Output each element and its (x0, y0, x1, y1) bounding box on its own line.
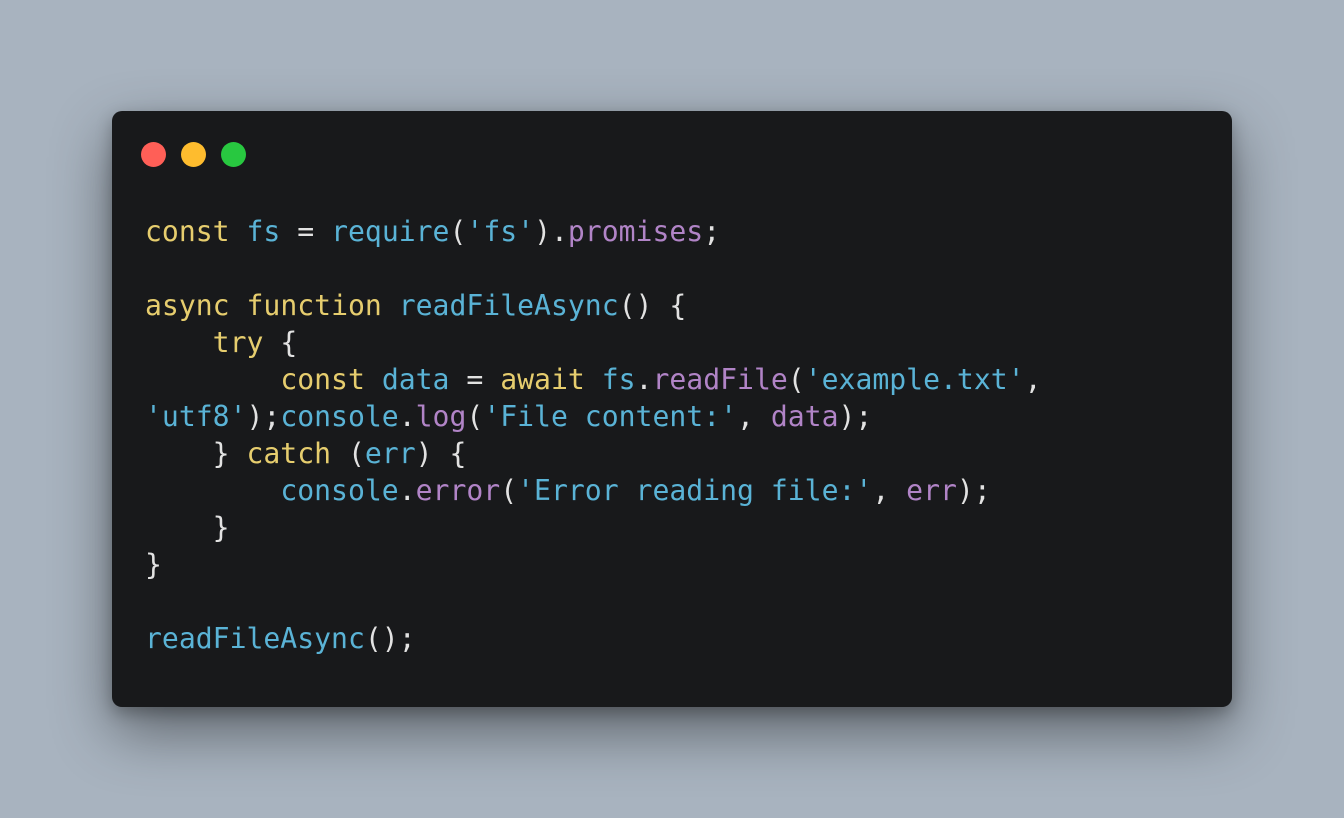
code-line: try { (145, 324, 1042, 361)
code-token: console (280, 474, 399, 507)
code-token: error (415, 474, 501, 507)
code-token: 'utf8' (145, 400, 247, 433)
code-token: = (280, 215, 332, 248)
code-block: const fs = require('fs').promises;​async… (145, 213, 1042, 657)
code-line: const data = await fs.readFile('example.… (145, 361, 1042, 398)
code-token: . (635, 363, 653, 396)
code-token: ). (534, 215, 568, 248)
code-token: err (906, 474, 957, 507)
code-token: const (145, 215, 230, 248)
code-token: function (246, 289, 382, 322)
code-line: } (145, 546, 1042, 583)
code-token: ) { (415, 437, 467, 470)
code-token: ); (838, 400, 873, 433)
code-token: , (872, 474, 907, 507)
code-token: } (145, 548, 162, 581)
code-token: } (145, 437, 247, 470)
code-token: ( (500, 474, 518, 507)
code-line: ​ (145, 583, 1042, 620)
code-token: ( (466, 400, 484, 433)
code-token: data (381, 363, 450, 396)
code-line: } catch (err) { (145, 435, 1042, 472)
code-token: promises (567, 215, 704, 248)
code-token: ; (703, 215, 721, 248)
code-token: readFileAsync (398, 289, 619, 322)
code-token: fs (246, 215, 281, 248)
code-line: readFileAsync(); (145, 620, 1042, 657)
code-token: ( (787, 363, 805, 396)
code-token: ( (331, 437, 365, 470)
code-token: ); (956, 474, 991, 507)
code-token: data (770, 400, 839, 433)
code-token: readFileAsync (145, 622, 365, 655)
window-controls (141, 142, 246, 168)
code-token: = (449, 363, 501, 396)
code-line: ​ (145, 250, 1042, 287)
code-token: { (263, 326, 298, 359)
close-button[interactable] (141, 142, 166, 167)
code-line: console.error('Error reading file:', err… (145, 472, 1042, 509)
code-token: const (280, 363, 365, 396)
code-token: async (145, 289, 230, 322)
zoom-button[interactable] (221, 142, 246, 167)
code-token: ( (449, 215, 467, 248)
code-token: fs (601, 363, 636, 396)
code-token: , (1024, 363, 1042, 396)
code-token: err (364, 437, 416, 470)
code-line: } (145, 509, 1042, 546)
code-window: const fs = require('fs').promises;​async… (112, 111, 1232, 707)
code-line: async function readFileAsync() { (145, 287, 1042, 324)
code-token: readFile (652, 363, 788, 396)
code-token: . (398, 474, 416, 507)
code-token: 'Error reading file:' (517, 474, 873, 507)
code-line: 'utf8');console.log('File content:', dat… (145, 398, 1042, 435)
code-line: const fs = require('fs').promises; (145, 213, 1042, 250)
code-token: . (398, 400, 416, 433)
code-token: await (500, 363, 585, 396)
code-token: 'example.txt' (804, 363, 1025, 396)
code-token: 'fs' (466, 215, 535, 248)
minimize-button[interactable] (181, 142, 206, 167)
code-token: try (212, 326, 264, 359)
code-token: log (415, 400, 467, 433)
code-token: console (280, 400, 399, 433)
code-token: 'File content:' (483, 400, 738, 433)
code-token: () { (618, 289, 687, 322)
code-token: , (737, 400, 771, 433)
code-token: (); (364, 622, 416, 655)
code-token: catch (246, 437, 332, 470)
code-token: ); (246, 400, 281, 433)
code-token: } (145, 511, 230, 544)
code-token: require (331, 215, 450, 248)
